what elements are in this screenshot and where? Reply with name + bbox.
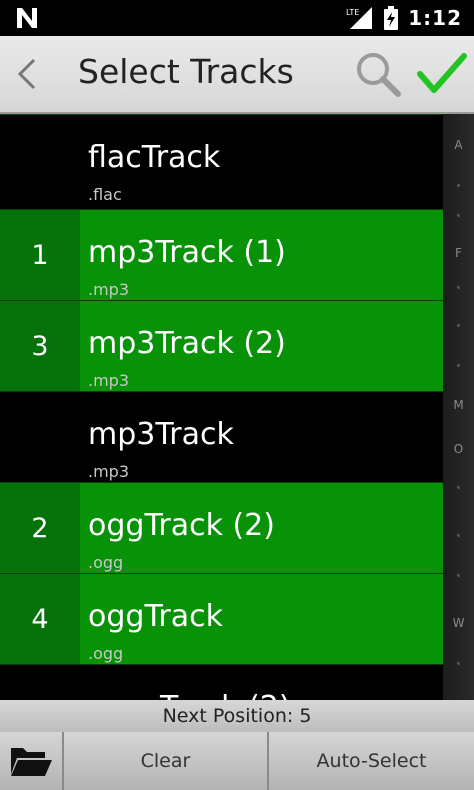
track-number: 4 <box>0 574 80 665</box>
signal-icon: LTE <box>346 7 373 29</box>
track-number <box>0 115 80 206</box>
track-row[interactable]: 4 oggTrack .ogg <box>0 573 443 665</box>
track-name: oggTrack <box>88 599 223 634</box>
track-name: mp3Track (2) <box>88 326 286 361</box>
page-title: Select Tracks <box>78 52 294 91</box>
index-dot <box>457 574 460 577</box>
track-number <box>0 665 80 700</box>
track-extension: .flac <box>88 185 122 204</box>
search-icon <box>357 53 401 97</box>
track-extension: .mp3 <box>88 371 130 390</box>
track-row[interactable]: mp3Track .mp3 <box>0 391 443 483</box>
folder-button[interactable] <box>0 732 64 790</box>
track-row[interactable]: 3 mp3Track (2) .mp3 <box>0 300 443 392</box>
index-dot <box>457 486 460 489</box>
index-dot <box>457 662 460 665</box>
battery-icon <box>384 6 399 30</box>
back-button[interactable] <box>4 46 48 102</box>
track-row[interactable]: 2 oggTrack (2) .ogg <box>0 482 443 574</box>
track-name: opusTrack (2) <box>88 690 291 700</box>
clear-button[interactable]: Clear <box>64 732 269 790</box>
track-extension: .ogg <box>88 553 124 572</box>
alphabet-index-bar[interactable]: A F M O W <box>443 114 474 700</box>
chevron-left-icon <box>17 58 36 90</box>
index-letter[interactable]: A <box>443 138 474 152</box>
track-extension: .ogg <box>88 644 124 663</box>
index-dot <box>457 324 460 327</box>
index-letter[interactable]: M <box>443 398 474 412</box>
confirm-button[interactable] <box>414 46 470 102</box>
track-number <box>0 392 80 483</box>
network-label: LTE <box>346 8 359 17</box>
bottom-bar: Clear Auto-Select <box>0 732 474 790</box>
index-dot <box>457 534 460 537</box>
folder-open-icon <box>11 748 52 776</box>
track-name: mp3Track <box>88 417 234 452</box>
track-extension: .mp3 <box>88 462 130 481</box>
track-number: 3 <box>0 301 80 392</box>
toolbar: Select Tracks <box>0 36 474 114</box>
track-name: mp3Track (1) <box>88 235 286 270</box>
status-bar: LTE 1:12 <box>0 0 474 36</box>
track-name: oggTrack (2) <box>88 508 275 543</box>
track-number: 2 <box>0 483 80 574</box>
index-dot <box>457 286 460 289</box>
index-letter[interactable]: W <box>443 616 474 630</box>
index-dot <box>457 184 460 187</box>
status-time: 1:12 <box>408 6 462 30</box>
auto-select-button[interactable]: Auto-Select <box>269 732 474 790</box>
search-button[interactable] <box>352 48 404 100</box>
track-row[interactable]: flacTrack .flac <box>0 114 443 206</box>
notification-n-icon <box>17 8 37 28</box>
status-right: LTE 1:12 <box>346 0 462 36</box>
track-row[interactable]: opusTrack (2) <box>0 664 443 700</box>
track-list: flacTrack .flac 1 mp3Track (1) .mp3 3 mp… <box>0 114 443 700</box>
track-row[interactable]: 1 mp3Track (1) .mp3 <box>0 209 443 301</box>
track-number: 1 <box>0 210 80 301</box>
checkmark-icon <box>417 53 467 93</box>
track-extension: .mp3 <box>88 280 130 299</box>
index-dot <box>457 364 460 367</box>
index-letter[interactable]: O <box>443 442 474 456</box>
index-letter[interactable]: F <box>443 246 474 260</box>
next-position-label: Next Position: 5 <box>0 700 474 732</box>
track-name: flacTrack <box>88 140 221 175</box>
index-dot <box>457 214 460 217</box>
